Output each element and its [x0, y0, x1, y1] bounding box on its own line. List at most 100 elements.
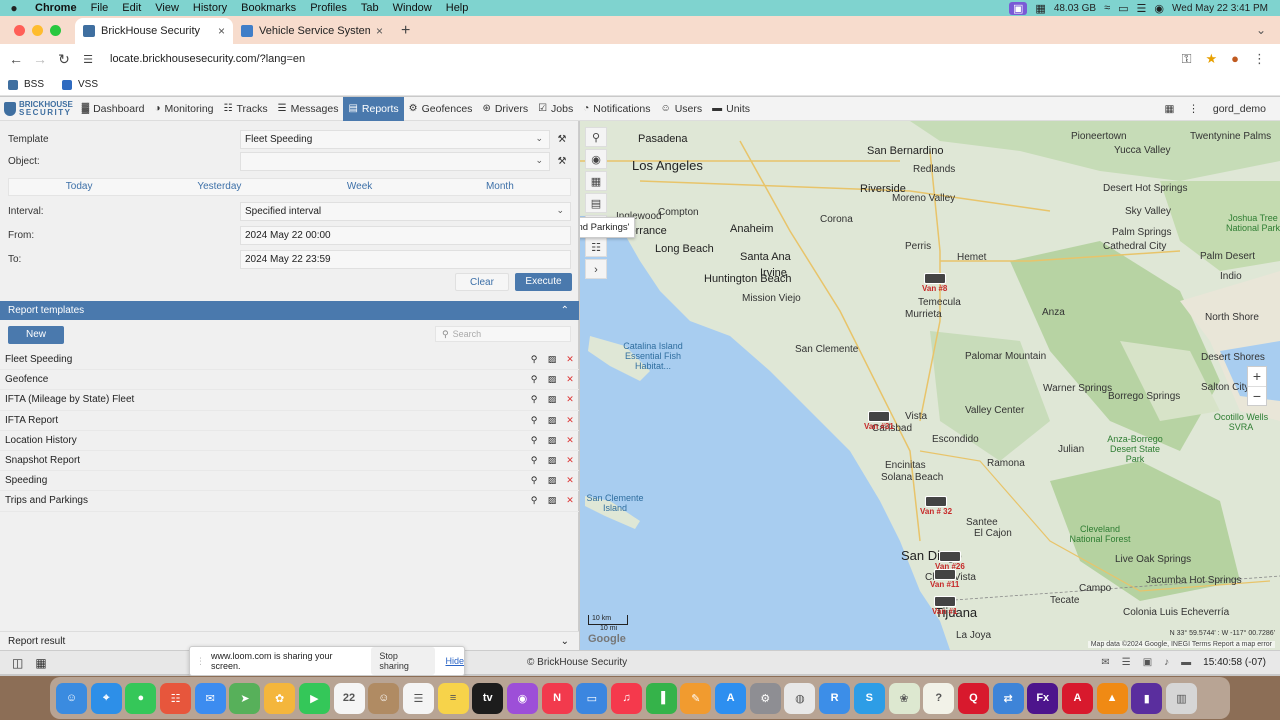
control-center-icon[interactable]: ☰ — [1137, 2, 1147, 15]
template-row[interactable]: Location History ⚲ ▨ ✕ — [0, 431, 579, 451]
nav-notifications[interactable]: ◔ Notifications — [578, 97, 655, 121]
nav-tracks[interactable]: ☷ Tracks — [219, 97, 273, 121]
photos-icon[interactable]: ✿ — [264, 682, 296, 714]
apps-grid-icon[interactable]: ▦ — [1164, 103, 1174, 115]
copy-icon[interactable]: ▨ — [543, 475, 561, 486]
sound-icon[interactable]: ♪ — [1164, 657, 1169, 668]
chrome-icon[interactable]: ◍ — [784, 682, 816, 714]
from-datetime-field[interactable]: 2024 May 22 00:00 — [240, 225, 571, 245]
messages-app-icon[interactable]: ● — [125, 682, 157, 714]
minimize-window-button[interactable] — [32, 24, 43, 36]
delete-icon[interactable]: ✕ — [561, 394, 579, 405]
copy-icon[interactable]: ▨ — [543, 455, 561, 466]
mail-icon[interactable]: ✉ — [194, 682, 226, 714]
menu-help[interactable]: Help — [439, 2, 476, 14]
map-layers-icon[interactable]: ▦ — [585, 171, 607, 191]
siri-icon[interactable]: ◉ — [1154, 2, 1164, 15]
delete-icon[interactable]: ✕ — [561, 435, 579, 446]
copy-icon[interactable]: ▨ — [543, 354, 561, 365]
nav-reports[interactable]: ▤ Reports — [343, 96, 404, 121]
q-app-icon[interactable]: Q — [957, 682, 989, 714]
profile-avatar[interactable]: ● — [1231, 51, 1239, 67]
tab-brickhouse[interactable]: BrickHouse Security × — [75, 18, 233, 44]
panel-toggle-icon[interactable]: ◫ — [12, 656, 23, 670]
new-template-button[interactable]: New — [8, 326, 64, 344]
copy-icon[interactable]: ▨ — [543, 495, 561, 506]
template-name[interactable]: IFTA Report — [0, 415, 525, 426]
more-menu-icon[interactable]: ⋮ — [1188, 103, 1199, 115]
memory-icon[interactable]: ▦ — [1035, 2, 1045, 15]
to-datetime-field[interactable]: 2024 May 22 23:59 — [240, 249, 571, 269]
appstore-icon[interactable]: A — [715, 682, 747, 714]
launchpad-icon[interactable]: ☷ — [160, 682, 192, 714]
template-search-input[interactable]: ⚲ Search — [435, 326, 571, 342]
stop-sharing-button[interactable]: Stop sharing — [371, 647, 436, 675]
menu-tab[interactable]: Tab — [354, 2, 386, 14]
tv-icon[interactable]: tv — [472, 682, 504, 714]
back-icon[interactable]: ← — [4, 51, 28, 67]
template-row[interactable]: IFTA (Mileage by State) Fleet ⚲ ▨ ✕ — [0, 390, 579, 411]
delete-icon[interactable]: ✕ — [561, 475, 579, 486]
delete-icon[interactable]: ✕ — [561, 415, 579, 426]
delete-icon[interactable]: ✕ — [561, 495, 579, 506]
news-icon[interactable]: N — [541, 682, 573, 714]
edit-wrench-icon[interactable]: ⚲ — [525, 415, 543, 426]
migration-icon[interactable]: ⇄ — [992, 682, 1024, 714]
bookmark-bss[interactable]: BSS — [8, 79, 44, 90]
template-name[interactable]: Speeding — [0, 475, 525, 486]
username[interactable]: gord_demo — [1213, 103, 1266, 115]
menu-edit[interactable]: Edit — [115, 2, 148, 14]
r-app-icon[interactable]: R — [819, 682, 851, 714]
copy-icon[interactable]: ▨ — [543, 435, 561, 446]
battery-icon[interactable]: ▭ — [1118, 2, 1128, 15]
folder-icon[interactable]: ▮ — [1131, 682, 1163, 714]
maps-icon[interactable]: ➤ — [229, 682, 261, 714]
template-row[interactable]: Fleet Speeding ⚲ ▨ ✕ — [0, 350, 579, 371]
object-select[interactable]: ⌄ — [240, 151, 550, 171]
password-key-icon[interactable]: ⚿ — [1182, 51, 1192, 67]
vehicle-marker[interactable]: Van #11 — [930, 569, 959, 589]
finder-icon[interactable]: ☺ — [56, 682, 87, 714]
settings-icon[interactable]: ⚙ — [749, 682, 781, 714]
execute-button[interactable]: Execute — [515, 273, 572, 291]
vehicle-marker[interactable]: Van #26 — [935, 551, 965, 571]
template-name[interactable]: Fleet Speeding — [0, 354, 525, 365]
vehicle-marker[interactable]: Van #8 — [922, 273, 947, 293]
contacts-icon[interactable]: ☺ — [368, 682, 400, 714]
template-name[interactable]: Trips and Parkings — [0, 495, 525, 506]
facetime-icon[interactable]: ▶ — [298, 682, 330, 714]
nav-units[interactable]: ▬ Units — [707, 97, 755, 121]
template-select[interactable]: Fleet Speeding ⌄ — [240, 129, 550, 149]
new-tab-icon[interactable]: + — [391, 18, 420, 44]
map-attribution[interactable]: Map data ©2024 Google, INEGI Terms Repor… — [1087, 641, 1275, 648]
template-name[interactable]: IFTA (Mileage by State) Fleet — [0, 394, 525, 405]
chevron-down-icon[interactable]: ⌄ — [561, 632, 569, 651]
close-tab-icon[interactable]: × — [218, 24, 225, 38]
podcasts-icon[interactable]: ◉ — [506, 682, 538, 714]
menu-history[interactable]: History — [186, 2, 234, 14]
reminders-icon[interactable]: ☰ — [402, 682, 434, 714]
screen-record-icon[interactable]: ▣ — [1009, 1, 1028, 15]
edit-wrench-icon[interactable]: ⚲ — [525, 374, 543, 385]
site-info-icon[interactable]: ☰ — [76, 53, 100, 66]
message-icon[interactable]: ✉ — [1101, 657, 1109, 668]
image-icon[interactable]: ▣ — [1143, 657, 1152, 668]
map-view[interactable]: ⚲ ◉ ▦ ▤ ⚙ ☷ › Pasadena Los Angeles San Ber… — [580, 121, 1280, 650]
nav-monitoring[interactable]: ◑ Monitoring — [149, 97, 218, 121]
vehicle-marker[interactable]: Van #31 — [864, 411, 894, 431]
help-icon[interactable]: ? — [923, 682, 955, 714]
trash-icon[interactable]: ▥ — [1166, 682, 1197, 714]
edit-wrench-icon[interactable]: ⚲ — [525, 354, 543, 365]
template-row[interactable]: Speeding ⚲ ▨ ✕ — [0, 471, 579, 492]
template-name[interactable]: Geofence — [0, 374, 525, 385]
apple-icon[interactable]: ● — [0, 1, 28, 15]
nav-messages[interactable]: ☰ Messages — [273, 97, 344, 121]
map-expand-icon[interactable]: › — [585, 259, 607, 279]
hide-link[interactable]: Hide — [445, 656, 464, 666]
menu-window[interactable]: Window — [386, 2, 439, 14]
copy-icon[interactable]: ▨ — [543, 394, 561, 405]
s-app-icon[interactable]: S — [853, 682, 885, 714]
period-today[interactable]: Today — [9, 179, 149, 195]
bookmark-vss[interactable]: VSS — [62, 79, 98, 90]
map-eye-icon[interactable]: ◉ — [585, 149, 607, 169]
